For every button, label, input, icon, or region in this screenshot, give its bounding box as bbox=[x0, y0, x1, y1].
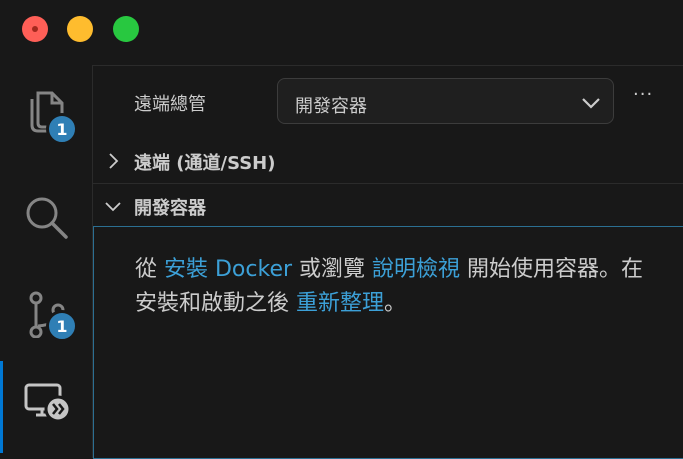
activity-explorer[interactable]: 1 bbox=[0, 65, 93, 145]
refresh-link[interactable]: 重新整理 bbox=[296, 291, 384, 316]
sidebar-title: 遠端總管 bbox=[134, 94, 206, 115]
title-bar bbox=[0, 0, 683, 65]
more-actions-button[interactable]: ··· bbox=[633, 84, 653, 105]
chevron-down-icon bbox=[105, 202, 121, 212]
remote-type-select-value: 開發容器 bbox=[295, 96, 367, 117]
section-dev-containers[interactable]: 開發容器 bbox=[93, 183, 683, 226]
message-text: 或瀏覽 bbox=[292, 257, 373, 282]
activity-search[interactable] bbox=[0, 175, 93, 255]
remote-explorer-icon bbox=[24, 383, 72, 423]
welcome-message: 從 安裝 Docker 或瀏覽 說明檢視 開始使用容器。在安裝和啟動之後 重新整… bbox=[135, 253, 655, 321]
explorer-badge: 1 bbox=[46, 113, 78, 145]
activity-source-control[interactable]: 1 bbox=[0, 270, 93, 350]
source-control-badge: 1 bbox=[46, 310, 78, 342]
message-text: 從 bbox=[135, 257, 164, 282]
section-tunnels-ssh-title: 遠端 (通道/SSH) bbox=[134, 153, 276, 174]
install-docker-link[interactable]: 安裝 Docker bbox=[164, 257, 292, 282]
activity-remote-explorer[interactable] bbox=[0, 361, 93, 453]
minimize-window-button[interactable] bbox=[67, 16, 93, 42]
search-icon bbox=[26, 197, 68, 239]
chevron-right-icon bbox=[109, 153, 119, 169]
maximize-window-button[interactable] bbox=[113, 16, 139, 42]
message-text: 。 bbox=[384, 291, 407, 316]
section-tunnels-ssh[interactable]: 遠端 (通道/SSH) bbox=[93, 139, 683, 181]
remote-type-select[interactable]: 開發容器 bbox=[277, 78, 614, 124]
activity-bar: 1 1 bbox=[0, 65, 93, 458]
chevron-down-icon bbox=[582, 98, 600, 109]
remote-explorer-sidebar: 遠端總管 開發容器 ··· 遠端 (通道/SSH) 開發容器 從 安裝 Dock… bbox=[93, 65, 683, 459]
close-window-button[interactable] bbox=[22, 16, 48, 42]
dev-containers-panel: 從 安裝 Docker 或瀏覽 說明檢視 開始使用容器。在安裝和啟動之後 重新整… bbox=[93, 226, 683, 459]
help-view-link[interactable]: 說明檢視 bbox=[372, 257, 460, 282]
section-dev-containers-title: 開發容器 bbox=[134, 198, 206, 219]
